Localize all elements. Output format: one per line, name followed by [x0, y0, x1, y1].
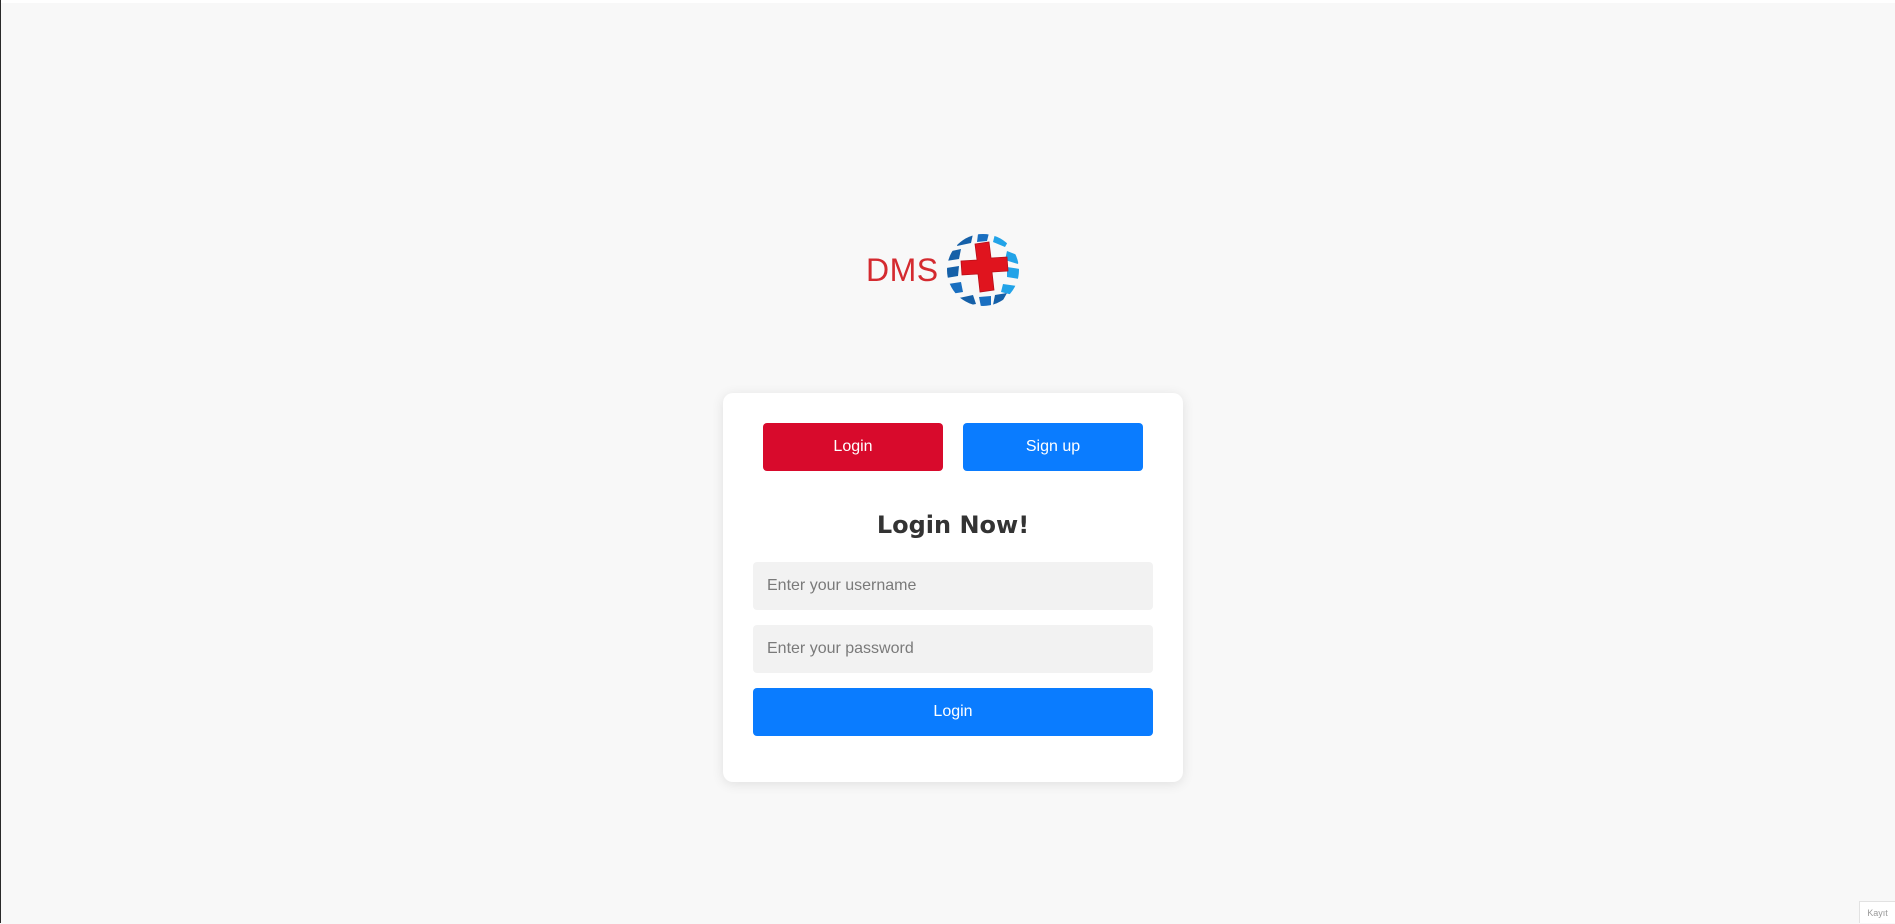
form-title: Login Now! [876, 511, 1030, 539]
corner-tag[interactable]: Kayıt [1859, 901, 1895, 923]
window-left-border [0, 0, 1, 923]
window-top-edge [0, 0, 1895, 3]
login-submit-button[interactable]: Login [753, 688, 1153, 736]
password-input[interactable] [753, 625, 1153, 673]
signup-tab-button[interactable]: Sign up [963, 423, 1143, 471]
login-card: Login Sign up Login Now! Login [723, 393, 1183, 782]
app-logo: DMS [866, 232, 1021, 308]
username-input[interactable] [753, 562, 1153, 610]
logo-text: DMS [866, 251, 939, 288]
medical-globe-cross-icon [946, 234, 1019, 306]
login-tab-button[interactable]: Login [763, 423, 943, 471]
